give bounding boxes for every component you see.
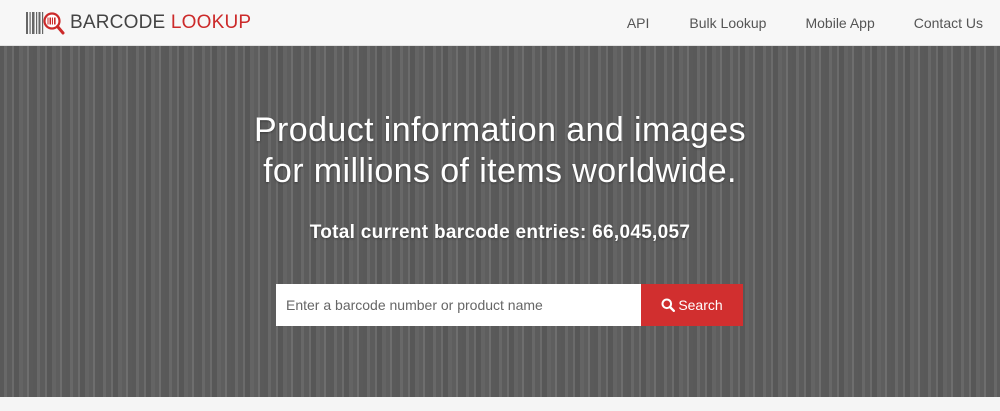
hero-banner: Product information and images for milli… [0, 46, 1000, 397]
top-navbar: BARCODE LOOKUP API Bulk Lookup Mobile Ap… [0, 0, 1000, 46]
site-logo[interactable]: BARCODE LOOKUP [26, 9, 251, 37]
search-button[interactable]: Search [641, 284, 743, 326]
nav-link-bulk-lookup[interactable]: Bulk Lookup [689, 15, 766, 31]
page-content-top-edge [0, 397, 1000, 411]
logo-text: BARCODE LOOKUP [70, 12, 251, 34]
hero-headline: Product information and images for milli… [0, 110, 1000, 192]
search-form: Search [276, 284, 743, 326]
search-input[interactable] [276, 284, 641, 326]
search-button-label: Search [678, 297, 723, 313]
logo-word-lookup: LOOKUP [170, 12, 252, 33]
logo-word-barcode: BARCODE [70, 12, 166, 33]
hero-headline-line-1: Product information and images [253, 111, 747, 149]
nav-link-contact-us[interactable]: Contact Us [914, 15, 983, 31]
nav-link-api[interactable]: API [627, 15, 650, 31]
nav-link-mobile-app[interactable]: Mobile App [805, 15, 874, 31]
main-nav: API Bulk Lookup Mobile App Contact Us [627, 0, 1000, 46]
hero-headline-line-2: for millions of items worldwide. [263, 152, 737, 190]
barcode-entry-count: Total current barcode entries: 66,045,05… [309, 222, 691, 243]
barcode-magnifier-icon [26, 9, 66, 37]
search-icon [661, 298, 676, 312]
